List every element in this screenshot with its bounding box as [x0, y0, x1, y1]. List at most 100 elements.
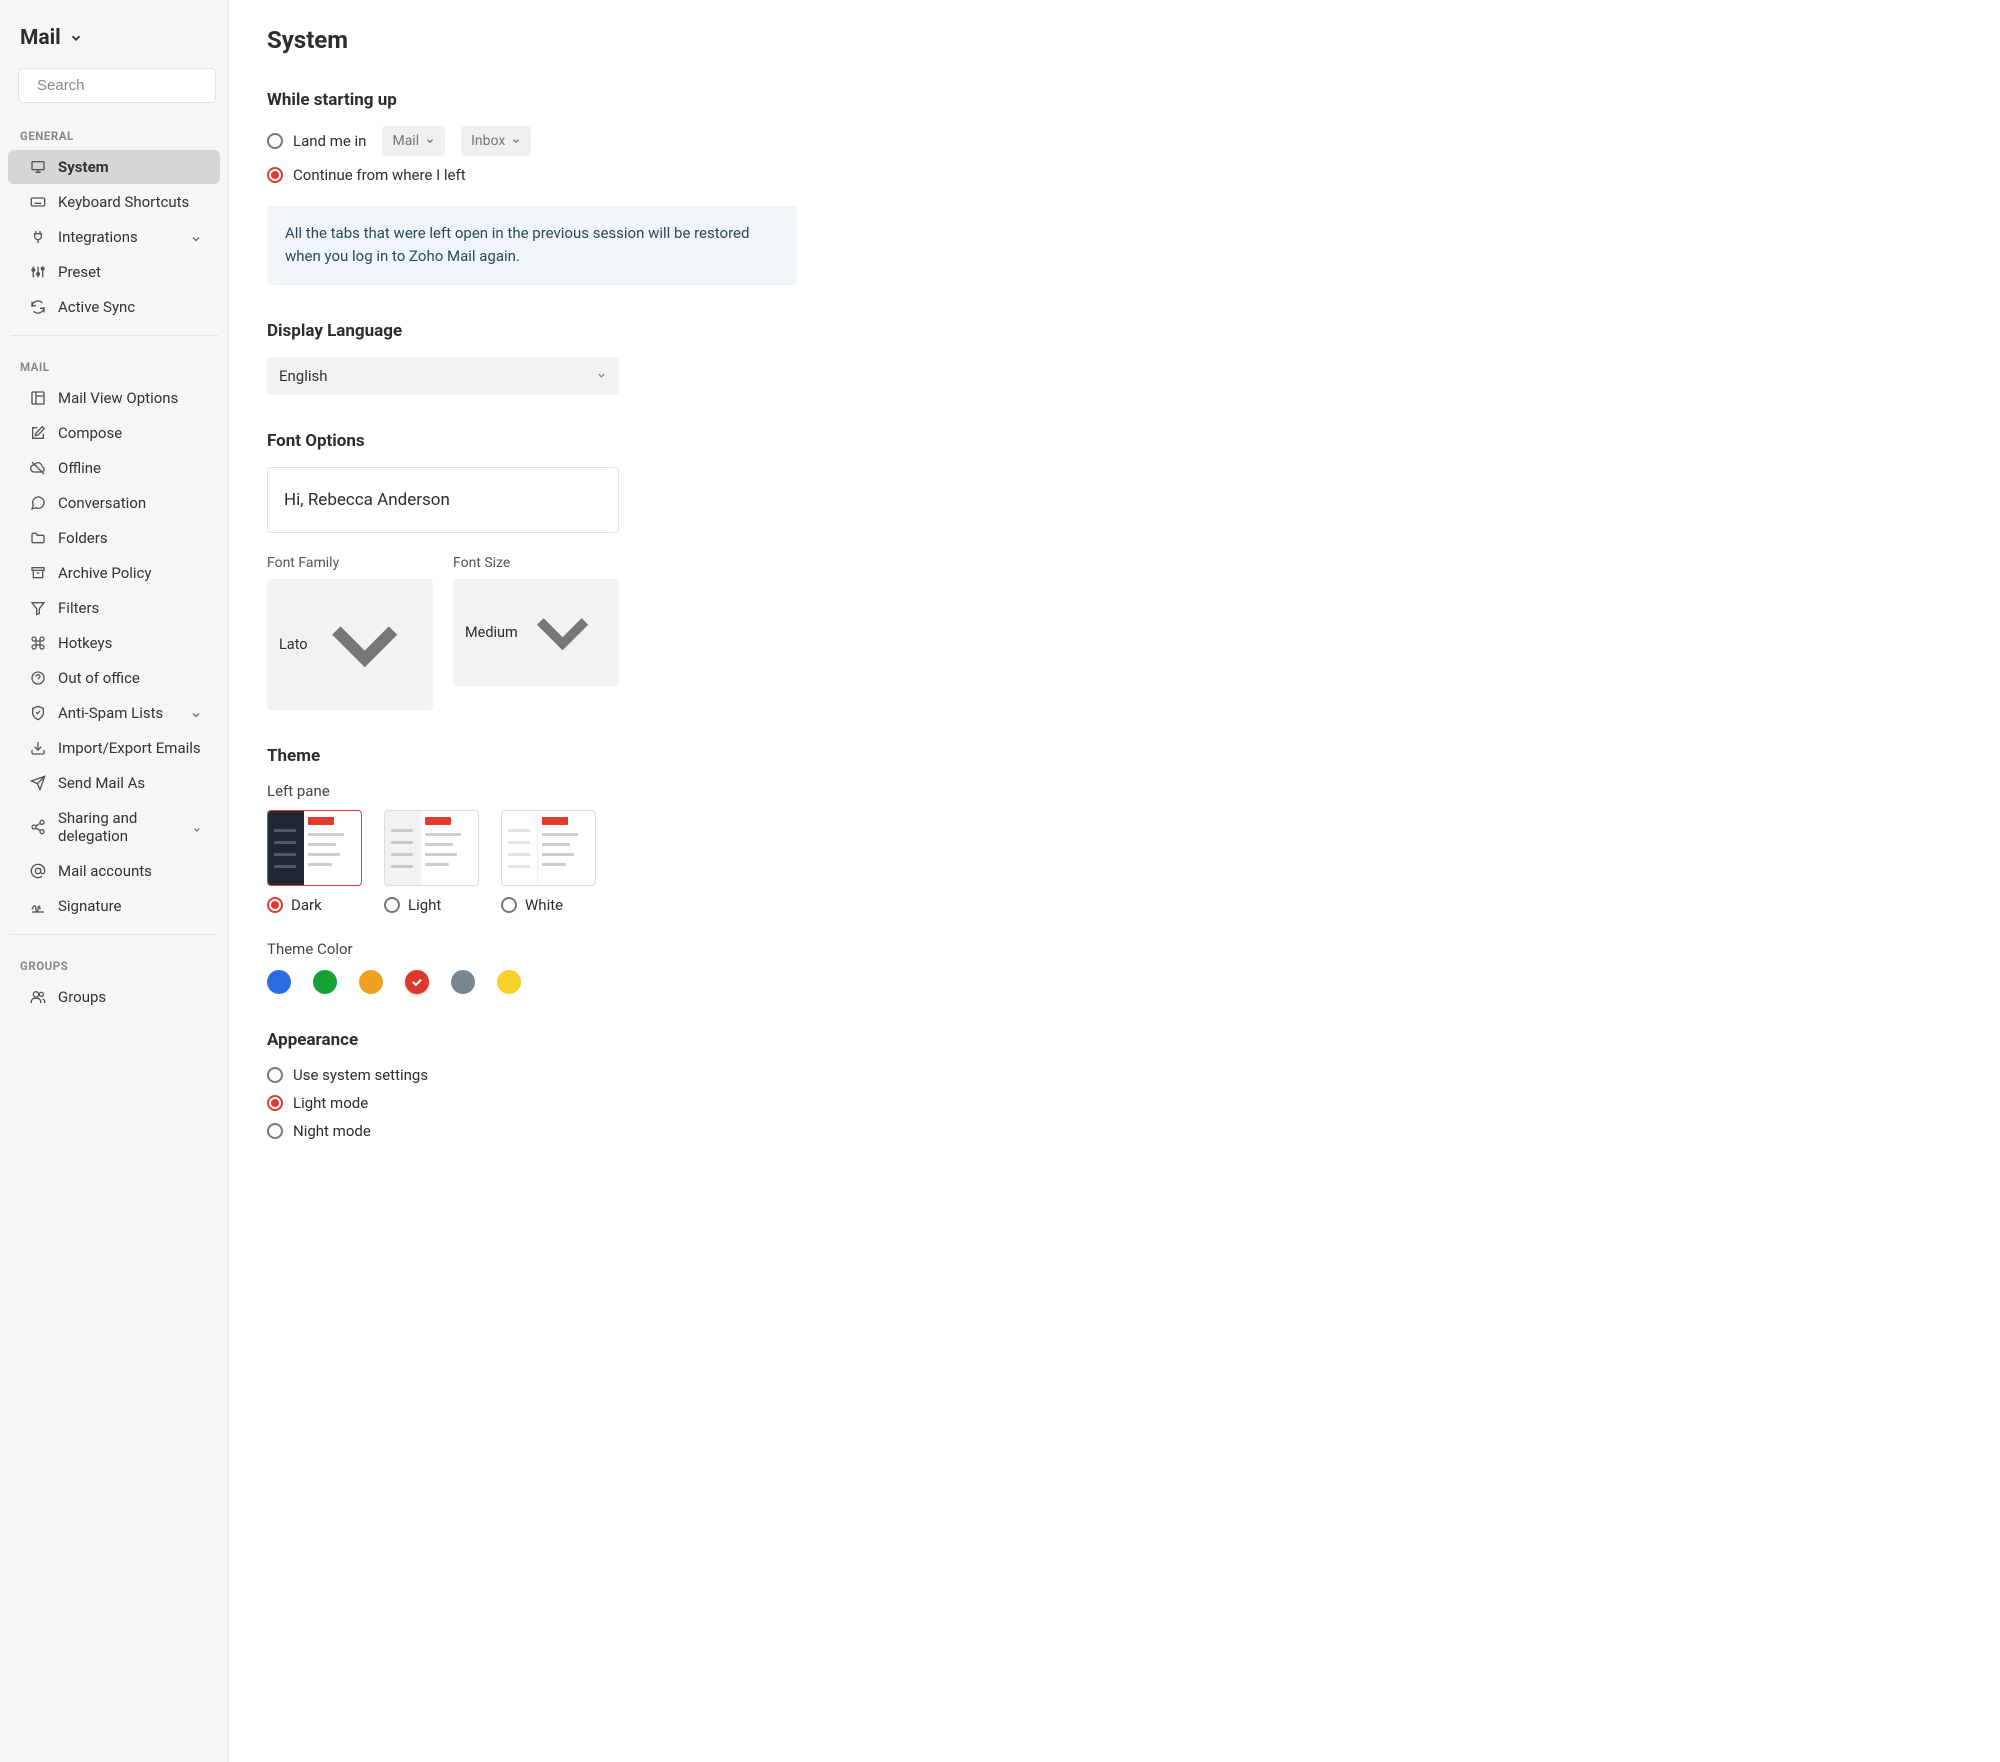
theme-label-text: White [525, 896, 563, 914]
nav-label: Archive Policy [58, 564, 152, 582]
nav-label: Mail accounts [58, 862, 152, 880]
nav-item-mail-view-options[interactable]: Mail View Options [8, 381, 220, 415]
font-title: Font Options [267, 431, 1151, 451]
nav-label: Folders [58, 529, 108, 547]
nav-item-out-of-office[interactable]: Out of office [8, 661, 220, 695]
radio-appearance[interactable] [267, 1067, 283, 1083]
theme-title: Theme [267, 746, 1151, 766]
continue-label: Continue from where I left [293, 166, 466, 184]
appearance-option[interactable]: Light mode [267, 1094, 1151, 1112]
away-icon [30, 670, 46, 686]
radio-appearance[interactable] [267, 1123, 283, 1139]
theme-option-white[interactable]: White [501, 896, 563, 914]
nav-label: System [58, 158, 109, 176]
theme-card-light[interactable] [384, 810, 479, 886]
monitor-icon [30, 159, 46, 175]
share-icon [30, 819, 46, 835]
chevron-down-icon [518, 588, 607, 677]
search-input[interactable] [37, 77, 236, 94]
nav-item-active-sync[interactable]: Active Sync [8, 290, 220, 324]
nav-item-filters[interactable]: Filters [8, 591, 220, 625]
theme-color-swatch[interactable] [405, 970, 429, 994]
radio-land[interactable] [267, 133, 283, 149]
nav-item-hotkeys[interactable]: Hotkeys [8, 626, 220, 660]
sync-icon [30, 299, 46, 315]
plug-icon [30, 229, 46, 245]
theme-color-swatch[interactable] [497, 970, 521, 994]
font-size-label: Font Size [453, 555, 619, 571]
nav-item-conversation[interactable]: Conversation [8, 486, 220, 520]
font-family-select[interactable]: Lato [267, 579, 433, 710]
theme-option-dark[interactable]: Dark [267, 896, 322, 914]
appearance-label: Light mode [293, 1094, 368, 1112]
signature-icon [30, 898, 46, 914]
at-icon [30, 863, 46, 879]
land-select-folder[interactable]: Inbox [461, 126, 531, 156]
nav-label: Filters [58, 599, 99, 617]
land-select-app[interactable]: Mail [382, 126, 445, 156]
chevron-down-icon [596, 370, 607, 381]
nav-label: Import/Export Emails [58, 739, 201, 757]
theme-card-white[interactable] [501, 810, 596, 886]
sidebar: Mail GENERAL SystemKeyboard ShortcutsInt… [0, 0, 229, 1762]
font-preview: Hi, Rebecca Anderson [267, 467, 619, 533]
theme-option-light[interactable]: Light [384, 896, 441, 914]
font-size-select[interactable]: Medium [453, 579, 619, 686]
nav-item-system[interactable]: System [8, 150, 220, 184]
nav-label: Out of office [58, 669, 140, 687]
theme-color-swatch[interactable] [451, 970, 475, 994]
shield-icon [30, 705, 46, 721]
nav-item-groups[interactable]: Groups [8, 980, 220, 1014]
nav-item-folders[interactable]: Folders [8, 521, 220, 555]
chevron-down-icon [308, 588, 421, 701]
appearance-option[interactable]: Use system settings [267, 1066, 1151, 1084]
appearance-title: Appearance [267, 1030, 1151, 1050]
nav-label: Conversation [58, 494, 146, 512]
layout-icon [30, 390, 46, 406]
font-family-label: Font Family [267, 555, 433, 571]
nav-item-anti-spam-lists[interactable]: Anti-Spam Lists [8, 696, 220, 730]
theme-card-dark[interactable] [267, 810, 362, 886]
nav-item-signature[interactable]: Signature [8, 889, 220, 923]
main-content: System While starting up Land me in Mail… [229, 0, 1189, 1762]
appearance-option[interactable]: Night mode [267, 1122, 1151, 1140]
radio-theme-white[interactable] [501, 897, 517, 913]
search-box[interactable] [18, 68, 216, 103]
theme-color-swatch[interactable] [267, 970, 291, 994]
nav-label: Sharing and delegation [58, 809, 180, 845]
nav-label: Send Mail As [58, 774, 145, 792]
startup-land-row[interactable]: Land me in Mail Inbox [267, 126, 1151, 156]
nav-label: Offline [58, 459, 101, 477]
radio-appearance[interactable] [267, 1095, 283, 1111]
nav-item-send-mail-as[interactable]: Send Mail As [8, 766, 220, 800]
radio-theme-dark[interactable] [267, 897, 283, 913]
nav-label: Mail View Options [58, 389, 178, 407]
chevron-down-icon [511, 136, 521, 146]
nav-item-mail-accounts[interactable]: Mail accounts [8, 854, 220, 888]
divider [10, 335, 218, 336]
nav-label: Active Sync [58, 298, 135, 316]
sidebar-header[interactable]: Mail [0, 0, 228, 68]
nav-item-preset[interactable]: Preset [8, 255, 220, 289]
nav-label: Anti-Spam Lists [58, 704, 163, 722]
nav-item-compose[interactable]: Compose [8, 416, 220, 450]
nav-item-keyboard-shortcuts[interactable]: Keyboard Shortcuts [8, 185, 220, 219]
sidebar-title: Mail [20, 26, 61, 50]
radio-theme-light[interactable] [384, 897, 400, 913]
nav-item-archive-policy[interactable]: Archive Policy [8, 556, 220, 590]
nav-item-integrations[interactable]: Integrations [8, 220, 220, 254]
language-select[interactable]: English [267, 357, 619, 395]
radio-continue[interactable] [267, 167, 283, 183]
theme-color-swatch[interactable] [359, 970, 383, 994]
page-title: System [267, 26, 1151, 54]
chevron-down-icon [190, 707, 202, 719]
nav-item-sharing-and-delegation[interactable]: Sharing and delegation [8, 801, 220, 853]
startup-continue-row[interactable]: Continue from where I left [267, 166, 1151, 184]
nav-item-import-export-emails[interactable]: Import/Export Emails [8, 731, 220, 765]
section-label-groups: GROUPS [0, 945, 228, 979]
appearance-label: Night mode [293, 1122, 371, 1140]
theme-color-swatch[interactable] [313, 970, 337, 994]
theme-label-text: Dark [291, 896, 322, 914]
send-icon [30, 775, 46, 791]
nav-item-offline[interactable]: Offline [8, 451, 220, 485]
